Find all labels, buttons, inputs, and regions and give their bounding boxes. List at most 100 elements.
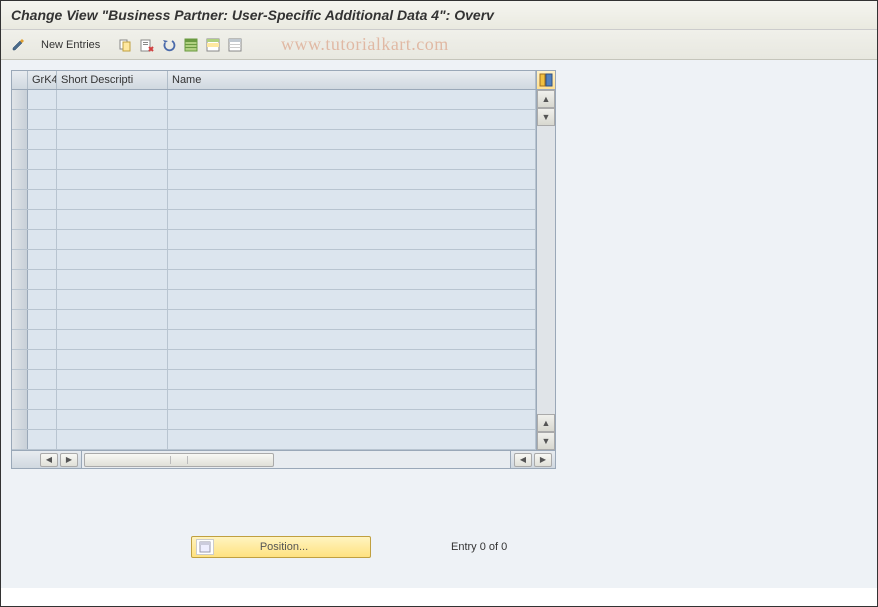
table-row[interactable] bbox=[12, 410, 536, 430]
cell-short-description[interactable] bbox=[57, 430, 168, 449]
horizontal-scrollbar[interactable]: ◀ ▶ ◀ ▶ bbox=[12, 450, 555, 468]
page-down-button[interactable]: ▼ bbox=[537, 432, 555, 450]
grid-header-selector[interactable] bbox=[12, 71, 28, 89]
cell-name[interactable] bbox=[168, 330, 536, 349]
cell-grk4[interactable] bbox=[28, 270, 57, 289]
cell-name[interactable] bbox=[168, 370, 536, 389]
cell-grk4[interactable] bbox=[28, 170, 57, 189]
row-selector[interactable] bbox=[12, 110, 28, 129]
scroll-right-button[interactable]: ◀ bbox=[514, 453, 532, 467]
deselect-all-icon[interactable] bbox=[226, 36, 244, 54]
table-row[interactable] bbox=[12, 350, 536, 370]
row-selector[interactable] bbox=[12, 230, 28, 249]
cell-grk4[interactable] bbox=[28, 430, 57, 449]
new-entries-button[interactable]: New Entries bbox=[33, 36, 108, 54]
scroll-last-button[interactable]: ▶ bbox=[534, 453, 552, 467]
table-row[interactable] bbox=[12, 290, 536, 310]
table-row[interactable] bbox=[12, 390, 536, 410]
cell-name[interactable] bbox=[168, 190, 536, 209]
cell-grk4[interactable] bbox=[28, 130, 57, 149]
row-selector[interactable] bbox=[12, 310, 28, 329]
copy-as-icon[interactable] bbox=[116, 36, 134, 54]
cell-name[interactable] bbox=[168, 430, 536, 449]
table-row[interactable] bbox=[12, 330, 536, 350]
cell-short-description[interactable] bbox=[57, 90, 168, 109]
table-row[interactable] bbox=[12, 150, 536, 170]
page-up-button[interactable]: ▲ bbox=[537, 414, 555, 432]
table-row[interactable] bbox=[12, 230, 536, 250]
cell-short-description[interactable] bbox=[57, 370, 168, 389]
cell-short-description[interactable] bbox=[57, 130, 168, 149]
row-selector[interactable] bbox=[12, 430, 28, 449]
cell-name[interactable] bbox=[168, 230, 536, 249]
cell-short-description[interactable] bbox=[57, 310, 168, 329]
cell-grk4[interactable] bbox=[28, 310, 57, 329]
table-row[interactable] bbox=[12, 250, 536, 270]
position-button[interactable]: Position... bbox=[191, 536, 371, 558]
select-block-icon[interactable] bbox=[204, 36, 222, 54]
cell-grk4[interactable] bbox=[28, 110, 57, 129]
delete-icon[interactable] bbox=[138, 36, 156, 54]
row-selector[interactable] bbox=[12, 170, 28, 189]
cell-short-description[interactable] bbox=[57, 250, 168, 269]
hscroll-thumb[interactable] bbox=[84, 453, 274, 467]
row-selector[interactable] bbox=[12, 390, 28, 409]
cell-name[interactable] bbox=[168, 390, 536, 409]
cell-grk4[interactable] bbox=[28, 210, 57, 229]
scroll-down-button[interactable]: ▼ bbox=[537, 108, 555, 126]
scroll-up-button[interactable]: ▲ bbox=[537, 90, 555, 108]
cell-grk4[interactable] bbox=[28, 230, 57, 249]
table-row[interactable] bbox=[12, 90, 536, 110]
cell-short-description[interactable] bbox=[57, 170, 168, 189]
table-row[interactable] bbox=[12, 110, 536, 130]
cell-short-description[interactable] bbox=[57, 210, 168, 229]
select-all-icon[interactable] bbox=[182, 36, 200, 54]
row-selector[interactable] bbox=[12, 290, 28, 309]
cell-grk4[interactable] bbox=[28, 390, 57, 409]
cell-name[interactable] bbox=[168, 310, 536, 329]
cell-grk4[interactable] bbox=[28, 350, 57, 369]
scroll-left-button[interactable]: ▶ bbox=[60, 453, 78, 467]
vertical-scrollbar[interactable]: ▲ ▼ ▲ ▼ bbox=[536, 90, 555, 450]
cell-grk4[interactable] bbox=[28, 150, 57, 169]
row-selector[interactable] bbox=[12, 270, 28, 289]
row-selector[interactable] bbox=[12, 150, 28, 169]
cell-name[interactable] bbox=[168, 90, 536, 109]
cell-name[interactable] bbox=[168, 410, 536, 429]
scroll-first-button[interactable]: ◀ bbox=[40, 453, 58, 467]
cell-short-description[interactable] bbox=[57, 410, 168, 429]
table-settings-icon[interactable] bbox=[536, 71, 555, 89]
cell-short-description[interactable] bbox=[57, 190, 168, 209]
table-row[interactable] bbox=[12, 210, 536, 230]
undo-change-icon[interactable] bbox=[160, 36, 178, 54]
row-selector[interactable] bbox=[12, 210, 28, 229]
table-row[interactable] bbox=[12, 370, 536, 390]
cell-name[interactable] bbox=[168, 290, 536, 309]
cell-short-description[interactable] bbox=[57, 290, 168, 309]
cell-grk4[interactable] bbox=[28, 90, 57, 109]
table-row[interactable] bbox=[12, 190, 536, 210]
cell-short-description[interactable] bbox=[57, 110, 168, 129]
table-row[interactable] bbox=[12, 310, 536, 330]
cell-grk4[interactable] bbox=[28, 330, 57, 349]
row-selector[interactable] bbox=[12, 190, 28, 209]
row-selector[interactable] bbox=[12, 370, 28, 389]
row-selector[interactable] bbox=[12, 350, 28, 369]
table-row[interactable] bbox=[12, 430, 536, 450]
row-selector[interactable] bbox=[12, 250, 28, 269]
cell-name[interactable] bbox=[168, 170, 536, 189]
cell-name[interactable] bbox=[168, 350, 536, 369]
cell-short-description[interactable] bbox=[57, 390, 168, 409]
table-row[interactable] bbox=[12, 270, 536, 290]
cell-grk4[interactable] bbox=[28, 190, 57, 209]
cell-grk4[interactable] bbox=[28, 290, 57, 309]
grid-header-grk4[interactable]: GrK4 bbox=[28, 71, 57, 89]
cell-name[interactable] bbox=[168, 110, 536, 129]
cell-name[interactable] bbox=[168, 270, 536, 289]
table-row[interactable] bbox=[12, 130, 536, 150]
cell-short-description[interactable] bbox=[57, 330, 168, 349]
grid-header-name[interactable]: Name bbox=[168, 71, 536, 89]
cell-name[interactable] bbox=[168, 250, 536, 269]
row-selector[interactable] bbox=[12, 410, 28, 429]
cell-name[interactable] bbox=[168, 150, 536, 169]
